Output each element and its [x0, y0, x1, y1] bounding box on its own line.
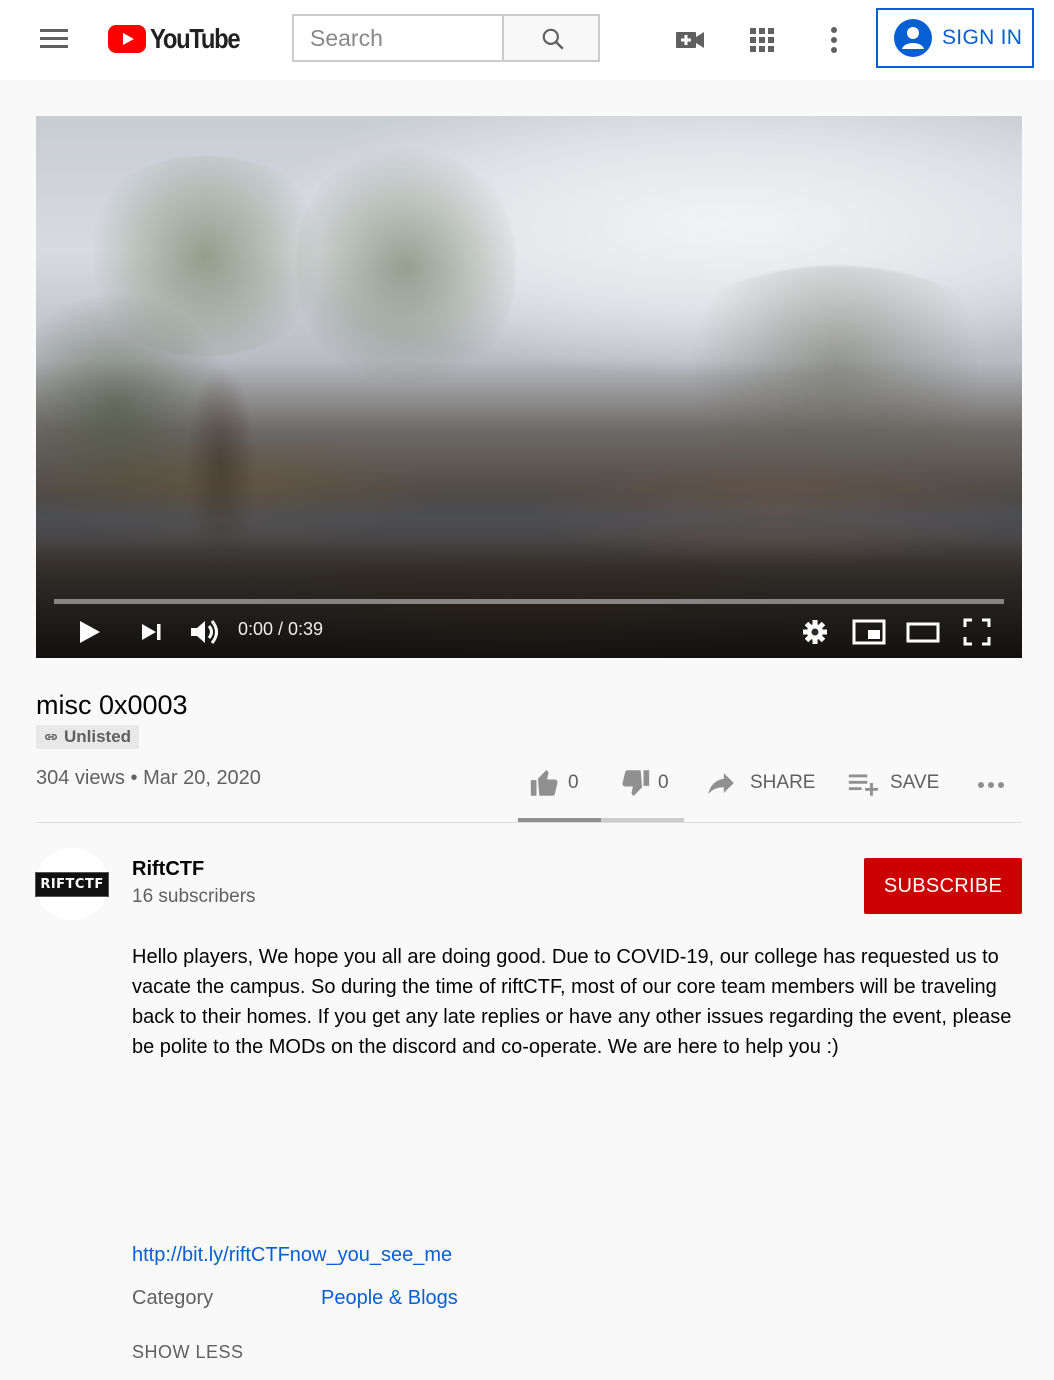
view-count: 304 views — [36, 767, 125, 789]
separator-dot: • — [130, 767, 138, 789]
subscribe-button[interactable]: SUBSCRIBE — [864, 858, 1022, 914]
video-description: Hello players, We hope you all are doing… — [132, 946, 1012, 1058]
upload-date: Mar 20, 2020 — [143, 767, 261, 789]
youtube-logo[interactable]: YouTube — [108, 22, 255, 56]
show-less-button[interactable]: SHOW LESS — [132, 1342, 244, 1363]
logo-text: YouTube — [150, 23, 241, 54]
thumbs-up-icon — [530, 769, 558, 796]
fullscreen-icon[interactable] — [957, 612, 997, 652]
more-actions-button[interactable] — [974, 760, 1008, 810]
search-button[interactable] — [502, 14, 600, 62]
dislike-button[interactable]: 0 — [618, 758, 669, 808]
video-title: misc 0x0003 — [36, 690, 188, 720]
volume-icon[interactable] — [184, 612, 224, 652]
time-display: 0:00 / 0:39 — [238, 619, 324, 639]
theater-mode-icon[interactable] — [903, 612, 943, 652]
search-icon — [542, 28, 564, 50]
view-count-date: 304 views • Mar 20, 2020 — [36, 767, 261, 790]
thumbs-down-icon — [622, 770, 650, 797]
channel-logo: RIFTCTF — [35, 871, 109, 897]
sign-in-label: SIGN IN — [942, 26, 1023, 49]
category-label: Category — [132, 1287, 214, 1309]
link-icon — [45, 734, 57, 740]
next-icon[interactable] — [132, 612, 172, 652]
divider — [36, 822, 1022, 823]
subscriber-count: 16 subscribers — [132, 886, 256, 907]
play-icon[interactable] — [69, 612, 109, 652]
share-arrow-icon — [708, 773, 734, 795]
apps-grid-icon[interactable] — [744, 22, 780, 58]
miniplayer-icon[interactable] — [849, 612, 889, 652]
like-count: 0 — [568, 772, 579, 793]
privacy-label: Unlisted — [64, 727, 132, 746]
save-label: SAVE — [890, 772, 940, 793]
masthead: YouTube SIGN IN — [0, 0, 1054, 80]
save-button[interactable]: SAVE — [846, 758, 939, 808]
share-button[interactable]: SHARE — [704, 758, 815, 808]
like-button[interactable]: 0 — [528, 758, 579, 808]
playlist-add-icon — [848, 774, 878, 796]
privacy-badge: Unlisted — [36, 725, 140, 749]
category-link[interactable]: People & Blogs — [321, 1287, 458, 1310]
channel-name[interactable]: RiftCTF — [132, 858, 204, 881]
search-box — [292, 14, 504, 62]
account-circle-icon — [894, 19, 932, 57]
dislike-count: 0 — [658, 772, 669, 793]
settings-gear-icon[interactable] — [795, 612, 835, 652]
guide-menu-icon[interactable] — [38, 26, 70, 52]
youtube-play-icon — [108, 25, 146, 53]
channel-avatar[interactable]: RIFTCTF — [35, 848, 109, 920]
share-label: SHARE — [750, 772, 816, 793]
description-link[interactable]: http://bit.ly/riftCTFnow_you_see_me — [132, 1244, 452, 1267]
more-horiz-icon — [978, 782, 1004, 788]
search-input[interactable] — [294, 16, 504, 60]
sign-in-button[interactable]: SIGN IN — [876, 8, 1034, 68]
create-video-icon[interactable] — [672, 22, 708, 58]
video-player[interactable]: 0:00 / 0:39 — [36, 116, 1022, 658]
progress-bar[interactable] — [54, 599, 1004, 604]
more-vert-icon[interactable] — [816, 22, 852, 58]
